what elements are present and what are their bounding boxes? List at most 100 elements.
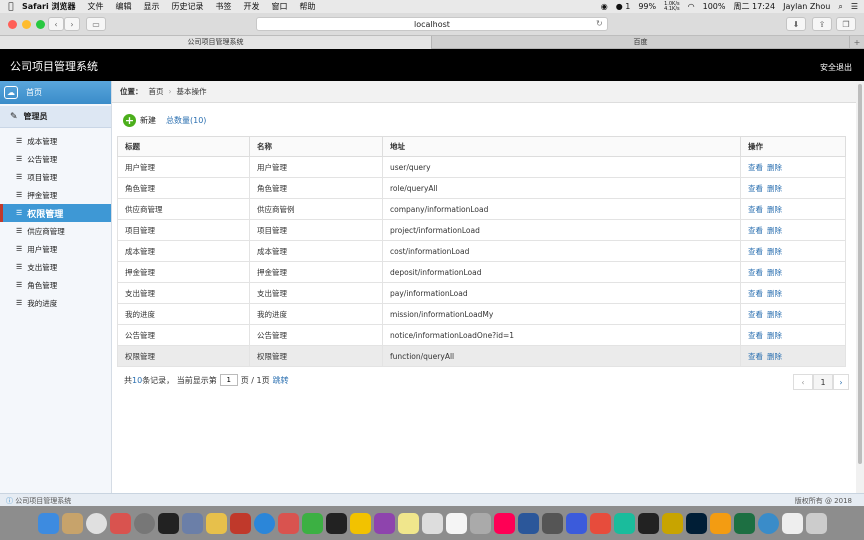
sidebar-group-admin[interactable]: ✎ 管理员 <box>0 106 111 128</box>
system-prefs-icon[interactable] <box>541 512 563 534</box>
axure-icon[interactable] <box>373 512 395 534</box>
user-name[interactable]: Jaylan Zhou <box>783 2 830 11</box>
app-icon[interactable] <box>205 512 227 534</box>
notification-icon[interactable]: ● 1 <box>616 2 631 11</box>
delete-link[interactable]: 删除 <box>767 268 782 277</box>
app-icon[interactable] <box>757 512 779 534</box>
reload-icon[interactable]: ↻ <box>596 19 603 28</box>
wechat-icon[interactable] <box>301 512 323 534</box>
sidebar-item-pay[interactable]: ☰ 支出管理 <box>0 258 111 276</box>
view-link[interactable]: 查看 <box>748 352 763 361</box>
delete-link[interactable]: 删除 <box>767 289 782 298</box>
trash-icon[interactable] <box>805 512 827 534</box>
app-icon[interactable] <box>565 512 587 534</box>
apple-icon[interactable]:  <box>0 2 22 12</box>
zoom-window-button[interactable] <box>36 20 45 29</box>
database-icon[interactable] <box>229 512 251 534</box>
app-icon[interactable] <box>589 512 611 534</box>
address-bar[interactable]: localhost <box>256 17 608 31</box>
sidebar-item-user[interactable]: ☰ 用户管理 <box>0 240 111 258</box>
sidebar-item-progress[interactable]: ☰ 我的进度 <box>0 294 111 312</box>
jump-link[interactable]: 跳转 <box>273 375 289 386</box>
documents-folder-icon[interactable] <box>781 512 803 534</box>
current-page-button[interactable]: 1 <box>813 374 833 390</box>
menu-history[interactable]: 历史记录 <box>172 1 204 12</box>
forward-button[interactable]: › <box>64 17 80 31</box>
sidebar-item-cost[interactable]: ☰ 成本管理 <box>0 132 111 150</box>
menu-list-icon[interactable]: ☰ <box>851 2 858 11</box>
record-icon[interactable]: ◉ <box>601 2 608 11</box>
tab-baidu[interactable]: 百度 <box>432 36 850 49</box>
app-icon[interactable] <box>421 512 443 534</box>
sidebar-toggle-icon[interactable]: ▭ <box>86 17 106 31</box>
delete-link[interactable]: 删除 <box>767 247 782 256</box>
notes-icon[interactable] <box>397 512 419 534</box>
menu-app-name[interactable]: Safari 浏览器 <box>22 1 76 12</box>
new-tab-icon[interactable]: + <box>850 36 864 48</box>
menu-view[interactable]: 显示 <box>144 1 160 12</box>
safari-icon[interactable] <box>253 512 275 534</box>
view-link[interactable]: 查看 <box>748 310 763 319</box>
sidebar-item-deposit[interactable]: ☰ 押金管理 <box>0 186 111 204</box>
sidebar-home[interactable]: ☁ 首页 <box>0 81 111 104</box>
menu-help[interactable]: 帮助 <box>300 1 316 12</box>
clock[interactable]: 周二 17:24 <box>733 1 775 12</box>
photoshop-icon[interactable] <box>685 512 707 534</box>
tabs-overview-icon[interactable]: ❐ <box>836 17 856 31</box>
breadcrumb-home[interactable]: 首页 <box>149 86 164 97</box>
app-icon[interactable] <box>349 512 371 534</box>
view-link[interactable]: 查看 <box>748 163 763 172</box>
close-window-button[interactable] <box>8 20 17 29</box>
qq-icon[interactable] <box>325 512 347 534</box>
delete-link[interactable]: 删除 <box>767 163 782 172</box>
word-icon[interactable] <box>517 512 539 534</box>
sublime-text-icon[interactable] <box>709 512 731 534</box>
next-page-button[interactable]: › <box>833 374 849 390</box>
music-icon[interactable] <box>493 512 515 534</box>
total-count-link[interactable]: 总数量(10) <box>166 115 206 126</box>
menu-develop[interactable]: 开发 <box>244 1 260 12</box>
teamviewer-icon[interactable] <box>613 512 635 534</box>
delete-link[interactable]: 删除 <box>767 226 782 235</box>
menu-window[interactable]: 窗口 <box>272 1 288 12</box>
back-button[interactable]: ‹ <box>48 17 64 31</box>
tab-project-system[interactable]: 公司项目管理系统 <box>0 36 432 49</box>
scrollbar-thumb[interactable] <box>858 84 862 464</box>
sidebar-item-project[interactable]: ☰ 项目管理 <box>0 168 111 186</box>
view-link[interactable]: 查看 <box>748 205 763 214</box>
delete-link[interactable]: 删除 <box>767 310 782 319</box>
sidebar-item-permission[interactable]: ☰ 权限管理 <box>0 204 111 222</box>
chrome-icon[interactable] <box>85 512 107 534</box>
notes-app-icon[interactable] <box>61 512 83 534</box>
sidebar-item-role[interactable]: ☰ 角色管理 <box>0 276 111 294</box>
view-link[interactable]: 查看 <box>748 289 763 298</box>
view-link[interactable]: 查看 <box>748 226 763 235</box>
page-number-input[interactable] <box>219 374 238 386</box>
sublime-icon[interactable] <box>181 512 203 534</box>
spotlight-icon[interactable]: ⌕ <box>838 2 842 12</box>
delete-link[interactable]: 删除 <box>767 331 782 340</box>
app-icon[interactable] <box>661 512 683 534</box>
logout-link[interactable]: 安全退出 <box>820 62 852 73</box>
stamp-app-icon[interactable] <box>109 512 131 534</box>
delete-link[interactable]: 删除 <box>767 352 782 361</box>
excel-icon[interactable] <box>733 512 755 534</box>
share-icon[interactable]: ⇪ <box>812 17 832 31</box>
menu-bookmarks[interactable]: 书签 <box>216 1 232 12</box>
new-button[interactable]: 新建 <box>140 115 156 126</box>
view-link[interactable]: 查看 <box>748 268 763 277</box>
menu-file[interactable]: 文件 <box>88 1 104 12</box>
launchpad-icon[interactable] <box>133 512 155 534</box>
finder-icon[interactable] <box>37 512 59 534</box>
photos-icon[interactable] <box>469 512 491 534</box>
minimize-window-button[interactable] <box>22 20 31 29</box>
prev-page-button[interactable]: ‹ <box>793 374 813 390</box>
wifi-icon[interactable]: ◠ <box>688 2 695 11</box>
view-link[interactable]: 查看 <box>748 331 763 340</box>
view-link[interactable]: 查看 <box>748 247 763 256</box>
download-icon[interactable]: ⬇ <box>786 17 806 31</box>
menu-edit[interactable]: 编辑 <box>116 1 132 12</box>
sidebar-item-notice[interactable]: ☰ 公告管理 <box>0 150 111 168</box>
add-icon[interactable]: + <box>123 113 136 127</box>
view-link[interactable]: 查看 <box>748 184 763 193</box>
